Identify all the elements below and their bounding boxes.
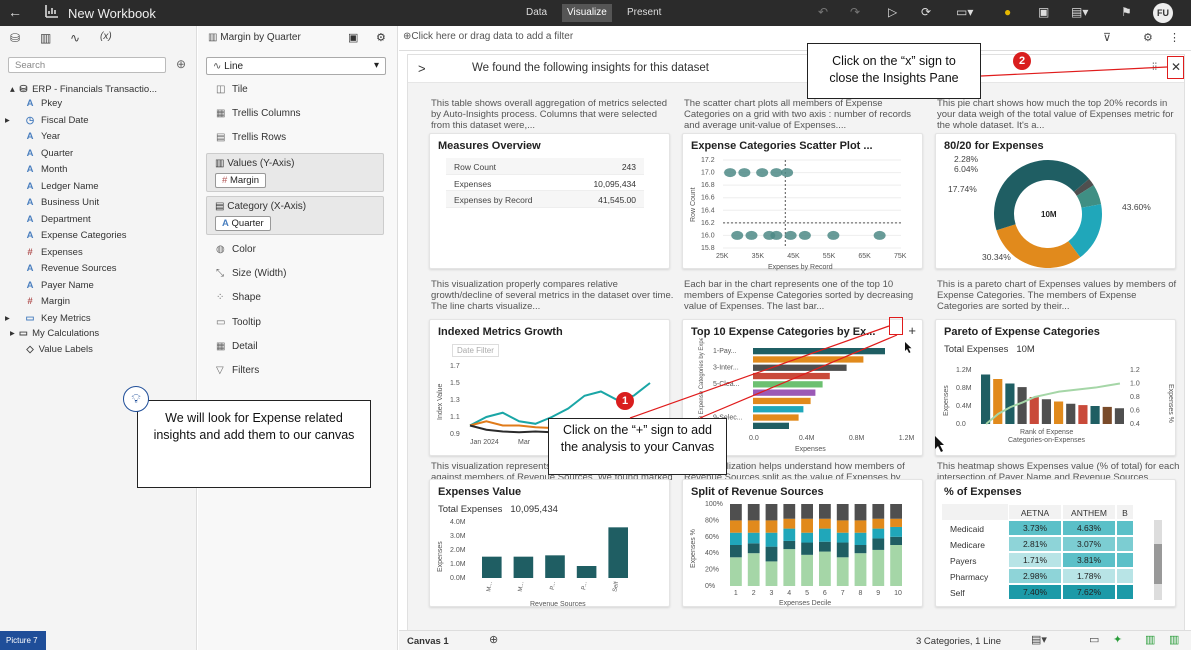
mouse-cursor-icon — [935, 436, 944, 452]
callout-lines — [629, 66, 1168, 452]
add-pointer-line-1 — [629, 325, 890, 419]
mouse-cursor-small-icon — [905, 342, 912, 353]
close-pointer-line — [980, 66, 1168, 77]
add-pointer-line-2 — [699, 334, 898, 419]
